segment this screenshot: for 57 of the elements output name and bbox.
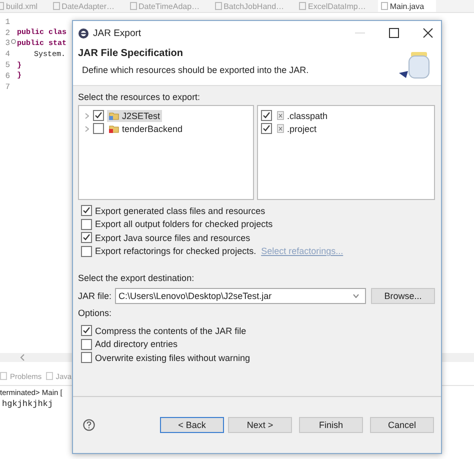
app-icon [78,28,89,38]
checkbox-label: Export Java source files and resources [95,232,250,243]
line-number: 3 [4,39,10,48]
section-label: Select the resources to export: [78,92,202,104]
checkbox[interactable] [81,218,92,230]
tree-item[interactable]: J2SETest [107,110,162,122]
section-label: Select the export destination: [78,273,196,285]
project-folder-icon [109,111,119,120]
checkbox[interactable] [81,205,92,216]
page-description: Define which resources should be exported into the JAR. [81,65,310,75]
file-icon [277,111,284,120]
checkbox[interactable] [81,232,92,244]
checkbox[interactable] [261,123,272,134]
line-number: 6 [4,72,10,81]
checkbox[interactable] [81,246,92,257]
field-label: JAR file: [78,290,112,300]
console-output: hgkjhkjhkj [1,399,54,409]
checkbox[interactable] [81,352,92,364]
line-number: 5 [4,61,10,70]
scroll-left-icon [20,354,25,361]
editor-tab[interactable]: Main.java [378,0,436,12]
line-number: 2 [4,28,10,38]
file-item[interactable]: .project [275,122,319,134]
checkbox[interactable] [81,338,92,350]
browse-button[interactable]: Browse... [371,288,435,304]
section-label: Options: [78,308,113,320]
checkbox-label: Export generated class files and resources [95,206,266,216]
dialog-button[interactable]: < Back [160,417,224,433]
checkbox[interactable] [93,110,104,121]
help-icon [83,419,95,431]
dialog-button[interactable]: Finish [299,417,363,433]
page-heading: JAR File Specification [78,48,184,59]
expand-icon [85,112,89,118]
line-number: 4 [4,50,10,60]
file-icon [277,124,284,133]
close-icon [423,28,433,38]
checkbox[interactable] [261,110,272,121]
jar-file-combo[interactable]: C:\Users\Lenovo\Desktop\J2seTest.jar [114,288,366,304]
checkbox[interactable] [93,123,104,134]
checkbox-label: Compress the contents of the JAR file [95,326,246,336]
line-number: 7 [4,82,10,92]
checkbox-label: Export refactorings for checked projects. [95,246,256,256]
checkbox[interactable] [81,325,92,336]
expand-icon [85,126,89,132]
tree-item[interactable]: tenderBackend [107,122,185,134]
maximize-icon [389,28,399,38]
dialog-button[interactable]: Next > [228,417,292,433]
window-title: JAR Export [93,28,142,38]
checkbox-label: Overwrite existing files without warning [95,352,250,363]
dialog-button[interactable]: Cancel [370,417,434,433]
project-folder-icon [109,124,119,133]
checkbox-label: Add directory entries [95,339,178,350]
checkbox-label: Export all output folders for checked projects [95,219,273,230]
file-item[interactable]: .classpath [275,110,330,122]
dropdown-caret-icon [353,294,359,298]
help-button[interactable] [83,419,95,431]
line-number: 1 [4,18,10,27]
